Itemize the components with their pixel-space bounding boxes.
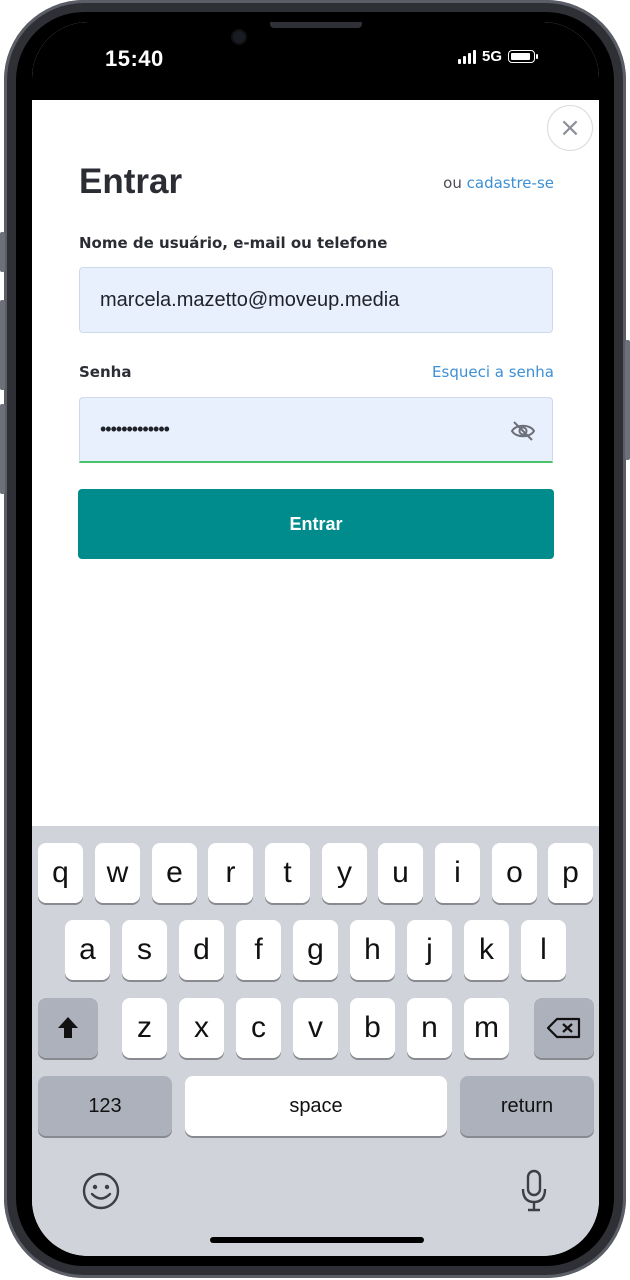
key-w[interactable]: w <box>95 843 140 903</box>
speaker-grille <box>270 22 362 28</box>
password-input[interactable]: ••••••••••••• <box>79 397 553 463</box>
signal-icon <box>458 49 476 64</box>
return-key[interactable]: return <box>460 1076 594 1136</box>
key-b[interactable]: b <box>350 998 395 1058</box>
shift-key[interactable] <box>38 998 98 1058</box>
login-submit-label: Entrar <box>289 513 343 534</box>
password-value: ••••••••••••• <box>100 419 170 439</box>
key-k[interactable]: k <box>464 920 509 980</box>
key-a[interactable]: a <box>65 920 110 980</box>
signup-link[interactable]: cadastre-se <box>467 174 554 192</box>
phone-volume-down-button <box>0 404 5 494</box>
username-input[interactable]: marcela.mazetto@moveup.media <box>79 267 553 333</box>
space-key[interactable]: space <box>185 1076 447 1136</box>
phone-power-button <box>625 340 630 460</box>
login-submit-button[interactable]: Entrar <box>78 489 554 559</box>
status-time: 15:40 <box>105 46 164 71</box>
password-label: Senha <box>79 363 132 381</box>
key-g[interactable]: g <box>293 920 338 980</box>
key-y[interactable]: y <box>322 843 367 903</box>
key-d[interactable]: d <box>179 920 224 980</box>
key-o[interactable]: o <box>492 843 537 903</box>
microphone-icon[interactable] <box>519 1168 549 1214</box>
key-l[interactable]: l <box>521 920 566 980</box>
key-e[interactable]: e <box>152 843 197 903</box>
backspace-key[interactable] <box>534 998 594 1058</box>
username-value: marcela.mazetto@moveup.media <box>100 288 400 311</box>
key-z[interactable]: z <box>122 998 167 1058</box>
username-label: Nome de usuário, e-mail ou telefone <box>79 234 388 252</box>
numbers-key[interactable]: 123 <box>38 1076 172 1136</box>
key-p[interactable]: p <box>548 843 593 903</box>
home-indicator[interactable] <box>210 1237 424 1243</box>
key-u[interactable]: u <box>378 843 423 903</box>
backspace-icon <box>546 1017 581 1039</box>
key-q[interactable]: q <box>38 843 83 903</box>
eye-off-icon[interactable] <box>510 420 536 442</box>
key-i[interactable]: i <box>435 843 480 903</box>
status-indicators: 5G <box>458 48 539 65</box>
signup-prefix: ou <box>443 174 462 192</box>
front-camera <box>233 31 245 43</box>
key-j[interactable]: j <box>407 920 452 980</box>
close-button[interactable]: × <box>547 105 593 151</box>
emoji-icon[interactable] <box>80 1170 122 1212</box>
key-c[interactable]: c <box>236 998 281 1058</box>
key-v[interactable]: v <box>293 998 338 1058</box>
phone-screen: 15:40 5G × Entrar ou cadastre-se Nome de… <box>32 22 599 1256</box>
key-f[interactable]: f <box>236 920 281 980</box>
key-m[interactable]: m <box>464 998 509 1058</box>
key-t[interactable]: t <box>265 843 310 903</box>
phone-volume-up-button <box>0 300 5 390</box>
key-x[interactable]: x <box>179 998 224 1058</box>
network-type: 5G <box>482 48 503 65</box>
battery-icon <box>508 50 539 63</box>
forgot-password-link[interactable]: Esqueci a senha <box>432 363 554 381</box>
page-title: Entrar <box>79 162 183 201</box>
close-icon: × <box>559 113 581 143</box>
key-s[interactable]: s <box>122 920 167 980</box>
signup-row: ou cadastre-se <box>443 174 554 192</box>
key-r[interactable]: r <box>208 843 253 903</box>
phone-side-button <box>0 232 5 272</box>
shift-icon <box>58 1017 78 1038</box>
key-n[interactable]: n <box>407 998 452 1058</box>
key-h[interactable]: h <box>350 920 395 980</box>
status-bar: 15:40 5G <box>32 22 599 100</box>
